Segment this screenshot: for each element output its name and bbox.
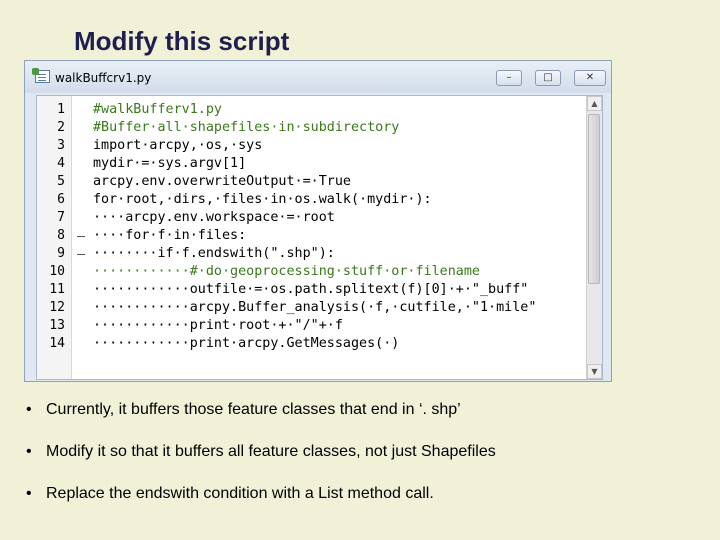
window-title: walkBuffcrv1.py <box>55 71 152 85</box>
code-line[interactable]: 6 for·root,·dirs,·files·in·os.walk(·mydir… <box>37 191 597 209</box>
code-text: ············arcpy.Buffer_analysis(·f,·cu… <box>93 300 537 315</box>
code-text: ········if·f.endswith(".shp"): <box>93 246 335 261</box>
close-button[interactable]: ✕ <box>574 70 606 86</box>
code-text: mydir·=·sys.argv[1] <box>93 156 247 171</box>
line-number: 1 <box>57 102 65 117</box>
code-text: ····for·f·in·files: <box>93 228 247 243</box>
code-text: for·root,·dirs,·files·in·os.walk(·mydir·… <box>93 192 432 207</box>
code-line[interactable]: 4 mydir·=·sys.argv[1] <box>37 155 597 173</box>
fold-marker[interactable] <box>77 236 85 237</box>
scroll-up-icon[interactable]: ▲ <box>587 96 602 111</box>
slide-title: Modify this script <box>74 26 290 56</box>
code-line[interactable]: 12 ············arcpy.Buffer_analysis(·f,·… <box>37 299 597 317</box>
code-line[interactable]: 5 arcpy.env.overwriteOutput·=·True <box>37 173 597 191</box>
python-file-icon <box>32 68 50 83</box>
fold-marker[interactable] <box>77 254 85 255</box>
bullet-dot: • <box>26 485 32 502</box>
line-number: 12 <box>49 300 65 315</box>
code-text: ············#·do·geoprocessing·stuff·or·… <box>93 264 480 279</box>
editor-window: walkBuffcrv1.py – □ ✕ 1 #walkBufferv1.py 2… <box>24 60 612 382</box>
scroll-down-icon[interactable]: ▼ <box>587 364 602 379</box>
code-line[interactable]: 10 ············#·do·geoprocessing·stuff·o… <box>37 263 597 281</box>
line-number: 3 <box>57 138 65 153</box>
code-line[interactable]: 3 import·arcpy,·os,·sys <box>37 137 597 155</box>
code-text: import·arcpy,·os,·sys <box>93 138 263 153</box>
scrollbar-thumb[interactable] <box>588 114 600 284</box>
code-lines: 1 #walkBufferv1.py 2 #Buffer·all·shapefiles… <box>37 101 597 353</box>
line-number: 10 <box>49 264 65 279</box>
code-text: #walkBufferv1.py <box>93 102 222 117</box>
code-line[interactable]: 2 #Buffer·all·shapefiles·in·subdirectory <box>37 119 597 137</box>
line-number: 2 <box>57 120 65 135</box>
bullet-text: Modify it so that it buffers all feature… <box>46 443 496 460</box>
bullet-text: Currently, it buffers those feature clas… <box>46 401 461 418</box>
code-line[interactable]: 8 ····for·f·in·files: <box>37 227 597 245</box>
window-titlebar[interactable]: walkBuffcrv1.py – □ ✕ <box>25 61 611 93</box>
maximize-button[interactable]: □ <box>535 70 561 86</box>
bullet-dot: • <box>26 443 32 460</box>
line-number: 11 <box>49 282 65 297</box>
line-number: 5 <box>57 174 65 189</box>
code-line[interactable]: 1 #walkBufferv1.py <box>37 101 597 119</box>
code-line[interactable]: 13 ············print·root·+·"/"+·f <box>37 317 597 335</box>
code-editor[interactable]: 1 #walkBufferv1.py 2 #Buffer·all·shapefiles… <box>36 95 603 380</box>
code-text: ····arcpy.env.workspace·=·root <box>93 210 335 225</box>
code-line[interactable]: 14 ············print·arcpy.GetMessages(·) <box>37 335 597 353</box>
line-number: 7 <box>57 210 65 225</box>
code-text: arcpy.env.overwriteOutput·=·True <box>93 174 351 189</box>
line-number: 14 <box>49 336 65 351</box>
code-text: ············print·root·+·"/"+·f <box>93 318 343 333</box>
code-line[interactable]: 7 ····arcpy.env.workspace·=·root <box>37 209 597 227</box>
bullet-text: Replace the endswith condition with a Li… <box>46 485 434 502</box>
line-number: 4 <box>57 156 65 171</box>
line-number: 6 <box>57 192 65 207</box>
vertical-scrollbar[interactable]: ▲ ▼ <box>586 96 602 379</box>
bullet-dot: • <box>26 401 32 418</box>
code-line[interactable]: 11 ············outfile·=·os.path.splitext… <box>37 281 597 299</box>
line-number: 13 <box>49 318 65 333</box>
code-line[interactable]: 9 ········if·f.endswith(".shp"): <box>37 245 597 263</box>
code-text: #Buffer·all·shapefiles·in·subdirectory <box>93 120 400 135</box>
line-number: 9 <box>57 246 65 261</box>
code-text: ············outfile·=·os.path.splitext(f… <box>93 282 529 297</box>
code-text: ············print·arcpy.GetMessages(·) <box>93 336 400 351</box>
line-number: 8 <box>57 228 65 243</box>
minimize-button[interactable]: – <box>496 70 522 86</box>
